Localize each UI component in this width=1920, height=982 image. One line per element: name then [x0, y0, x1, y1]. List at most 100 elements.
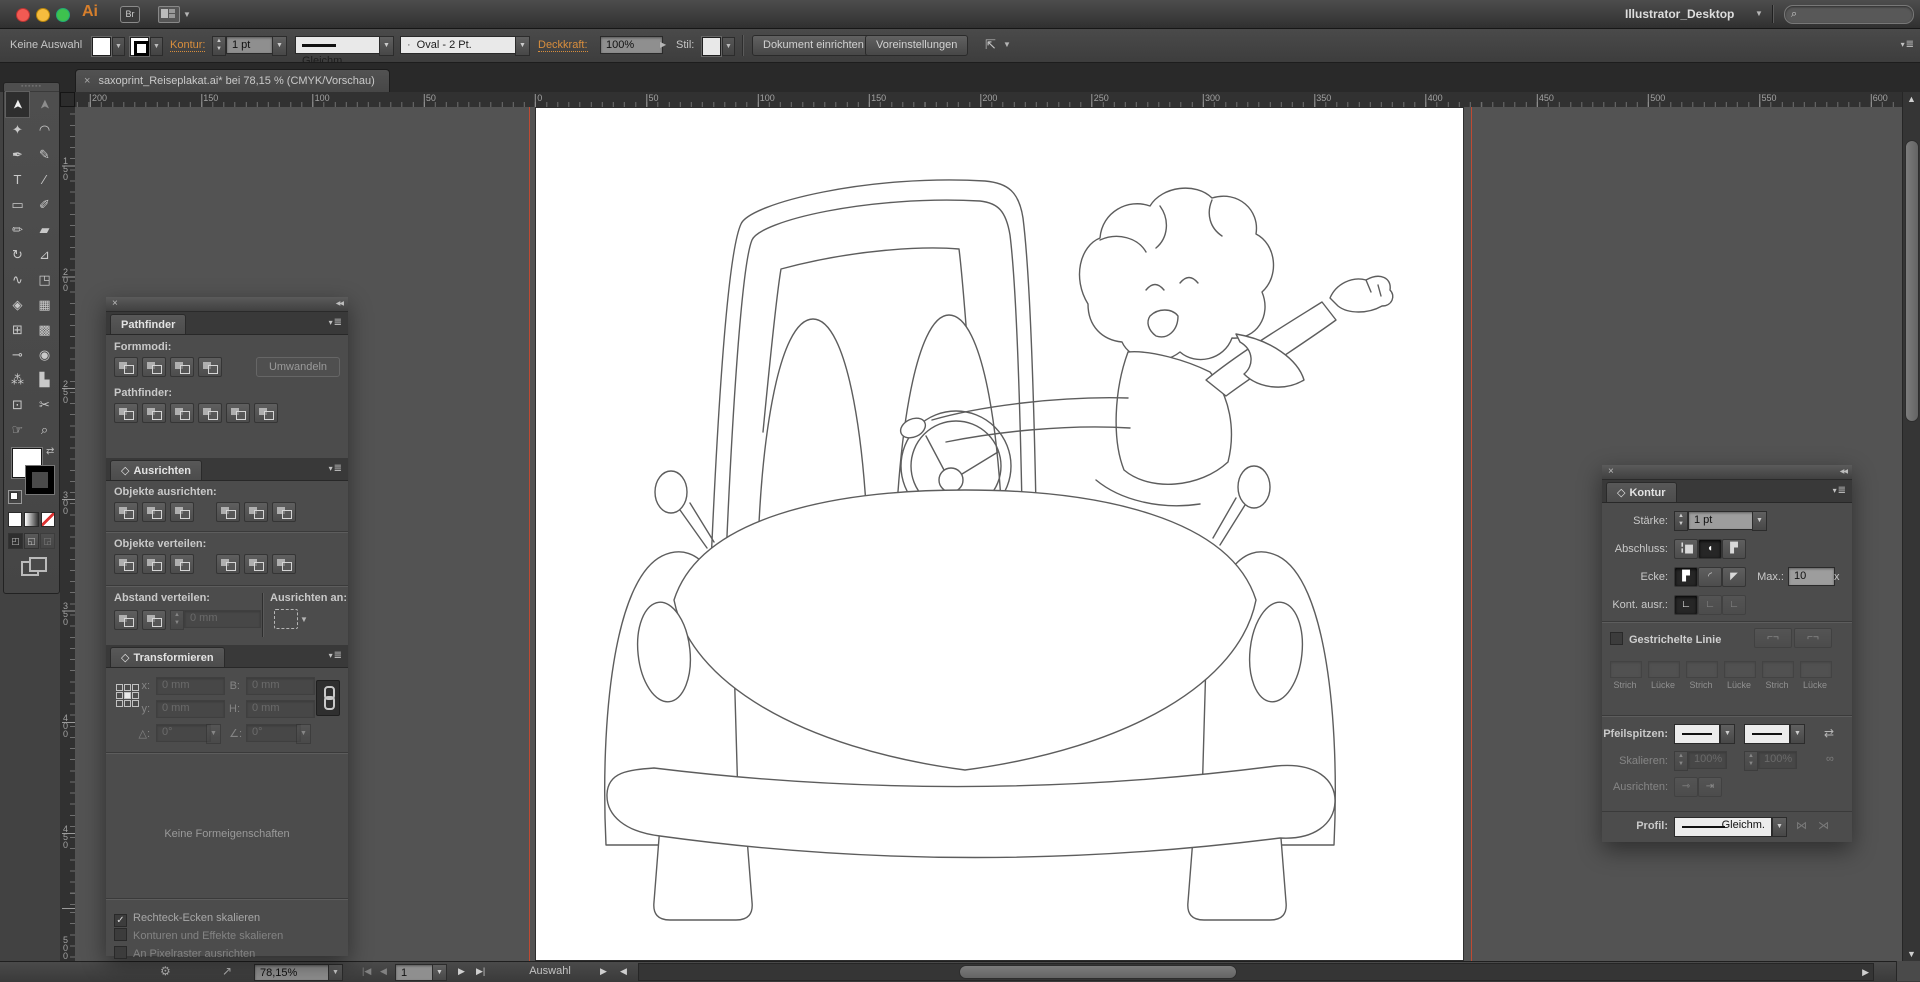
vertical-ruler[interactable]: 1 5 0 2 0 0 2 5 0 3 0 0 3 5 0 4 0 0 4 5 0 5 0 0	[60, 107, 76, 961]
mesh-tool[interactable]: ⊞	[4, 317, 31, 342]
panel-expand-icon[interactable]: ◇	[121, 652, 129, 664]
checkbox-pixel-grid[interactable]: An Pixelraster ausrichten	[114, 944, 255, 962]
next-artboard-icon[interactable]: ▶	[458, 966, 465, 977]
merge-icon[interactable]	[170, 403, 194, 423]
b-field[interactable]: 0 mm	[246, 677, 315, 695]
minus-back-icon[interactable]	[254, 403, 278, 423]
distribute-right-icon[interactable]	[272, 554, 296, 574]
lasso-tool[interactable]: ◠	[31, 117, 58, 142]
window-minimize-button[interactable]	[36, 8, 50, 22]
style-swatch[interactable]	[702, 37, 721, 56]
arrow-scale-stepper-2[interactable]: ▲ ▼	[1744, 751, 1758, 771]
window-zoom-button[interactable]	[56, 8, 70, 22]
unite-icon[interactable]	[114, 357, 138, 377]
window-resize-corner[interactable]	[1896, 961, 1920, 981]
align-bottom-icon[interactable]	[272, 502, 296, 522]
arrow-scale-field-2[interactable]: 100%	[1758, 751, 1797, 769]
line-segment-tool[interactable]: ∕	[31, 167, 58, 192]
ausrichten-panel-menu-icon[interactable]: ≣	[329, 463, 342, 475]
panel-close-icon[interactable]: ×	[112, 298, 118, 310]
perspective-grid-tool[interactable]: ▦	[31, 292, 58, 317]
scroll-up-icon[interactable]: ▲	[1907, 94, 1916, 104]
arrange-documents-icon[interactable]	[158, 6, 180, 23]
rotate-tool[interactable]: ↻	[4, 242, 31, 267]
isolate-caret-icon[interactable]: ▼	[1003, 40, 1011, 49]
paintbrush-tool[interactable]: ✐	[31, 192, 58, 217]
stroke-color-swatch[interactable]	[130, 37, 149, 56]
isolate-selection-icon[interactable]: ⇱	[985, 37, 996, 53]
align-stroke-outside-icon[interactable]: ∟	[1722, 595, 1746, 615]
align-to-caret-icon[interactable]: ▼	[300, 615, 308, 624]
selection-tool[interactable]: ➤	[5, 91, 30, 118]
share-icon[interactable]: ↗	[222, 964, 232, 978]
bridge-button[interactable]: Br	[120, 6, 140, 23]
cap-projecting-icon[interactable]: ▛	[1722, 539, 1746, 559]
join-miter-icon[interactable]: ▛	[1674, 567, 1698, 587]
kontur-panel-menu-icon[interactable]: ≣	[1833, 485, 1846, 497]
horizontal-scrollbar-thumb[interactable]	[959, 965, 1237, 979]
distribute-v-space-icon[interactable]	[114, 610, 138, 630]
preferences-button[interactable]: Voreinstellungen	[865, 35, 969, 56]
exclude-icon[interactable]	[198, 357, 222, 377]
arrowhead-end-caret-icon[interactable]: ▼	[1790, 724, 1805, 744]
draw-behind-icon[interactable]: ◱	[24, 533, 39, 549]
align-center-h-icon[interactable]	[142, 502, 166, 522]
dash-preset-icon[interactable]: ⌐¬	[1754, 628, 1792, 648]
stroke-color-caret-icon[interactable]: ▼	[150, 37, 163, 56]
opacity-field[interactable]: 100%	[600, 36, 663, 54]
shape-builder-tool[interactable]: ◈	[4, 292, 31, 317]
scroll-down-icon[interactable]: ▼	[1907, 949, 1916, 959]
cap-butt-icon[interactable]: ╏▆	[1674, 539, 1698, 559]
zoom-level-field[interactable]: 78,15%	[254, 964, 333, 981]
profile-caret-icon[interactable]: ▼	[1772, 817, 1787, 837]
curvature-tool[interactable]: ✎	[31, 142, 58, 167]
rotate-field[interactable]: 0°	[156, 724, 211, 742]
checkbox-scale-strokes[interactable]: Konturen und Effekte skalieren	[114, 926, 283, 944]
tab-kontur[interactable]: ◇ Kontur	[1606, 482, 1677, 502]
x-field[interactable]: 0 mm	[156, 677, 225, 695]
panel-collapse-icon[interactable]: ◀◀	[1840, 468, 1848, 475]
stroke-panel-link[interactable]: Kontur:	[170, 39, 206, 52]
tab-transformieren[interactable]: ◇ Transformieren	[110, 647, 225, 667]
brush-definition-caret-icon[interactable]: ▼	[515, 36, 530, 56]
shear-field[interactable]: 0°	[246, 724, 301, 742]
stroke-swatch[interactable]	[25, 465, 55, 495]
trim-icon[interactable]	[142, 403, 166, 423]
pencil-tool[interactable]: ✏	[4, 217, 31, 242]
link-scale-icon[interactable]: ∞	[1826, 753, 1834, 765]
scroll-right-icon[interactable]: ▶	[1862, 967, 1869, 978]
tab-ausrichten[interactable]: ◇ Ausrichten	[110, 460, 202, 480]
pathfinder-panel-menu-icon[interactable]: ≣	[329, 317, 342, 329]
align-to-artboard-icon[interactable]	[274, 609, 298, 629]
stroke-style-combo[interactable]: Gleichm.	[295, 36, 385, 67]
artboard-tool[interactable]: ⊡	[4, 392, 31, 417]
dashed-line-checkbox[interactable]: Gestrichelte Linie	[1610, 630, 1721, 648]
opacity-panel-link[interactable]: Deckkraft:	[538, 39, 588, 52]
dash-value-field[interactable]	[1610, 661, 1642, 678]
align-center-v-icon[interactable]	[244, 502, 268, 522]
arrow-align-tip-icon[interactable]: ⇾	[1674, 777, 1698, 797]
draw-normal-icon[interactable]: ◰	[8, 533, 23, 549]
gradient-button[interactable]	[24, 512, 39, 527]
distribute-left-icon[interactable]	[216, 554, 240, 574]
symbol-sprayer-tool[interactable]: ⁂	[4, 367, 31, 392]
minus-front-icon[interactable]	[142, 357, 166, 377]
miter-field[interactable]: 10	[1788, 567, 1835, 586]
column-graph-tool[interactable]: ▙	[31, 367, 58, 392]
checkbox-empty-icon[interactable]	[114, 946, 127, 959]
draw-inside-icon[interactable]: ◲	[40, 533, 55, 549]
align-stroke-inside-icon[interactable]: ∟	[1698, 595, 1722, 615]
checkbox-empty-icon[interactable]	[114, 928, 127, 941]
spacing-stepper[interactable]: ▲ ▼	[170, 610, 184, 630]
opacity-caret-icon[interactable]: ▶	[660, 40, 666, 49]
color-button[interactable]	[8, 512, 23, 527]
dash-gap-preset-icon[interactable]: ⌐¬	[1794, 628, 1832, 648]
arrowhead-start-combo[interactable]	[1674, 724, 1720, 744]
checkbox-empty-icon[interactable]	[1610, 632, 1623, 645]
h-field[interactable]: 0 mm	[246, 700, 315, 718]
pen-tool[interactable]: ✒	[4, 142, 31, 167]
weight-stepper[interactable]: ▲ ▼	[1674, 511, 1688, 531]
window-close-button[interactable]	[16, 8, 30, 22]
eraser-tool[interactable]: ▰	[31, 217, 58, 242]
vertical-scrollbar-thumb[interactable]	[1905, 140, 1919, 422]
